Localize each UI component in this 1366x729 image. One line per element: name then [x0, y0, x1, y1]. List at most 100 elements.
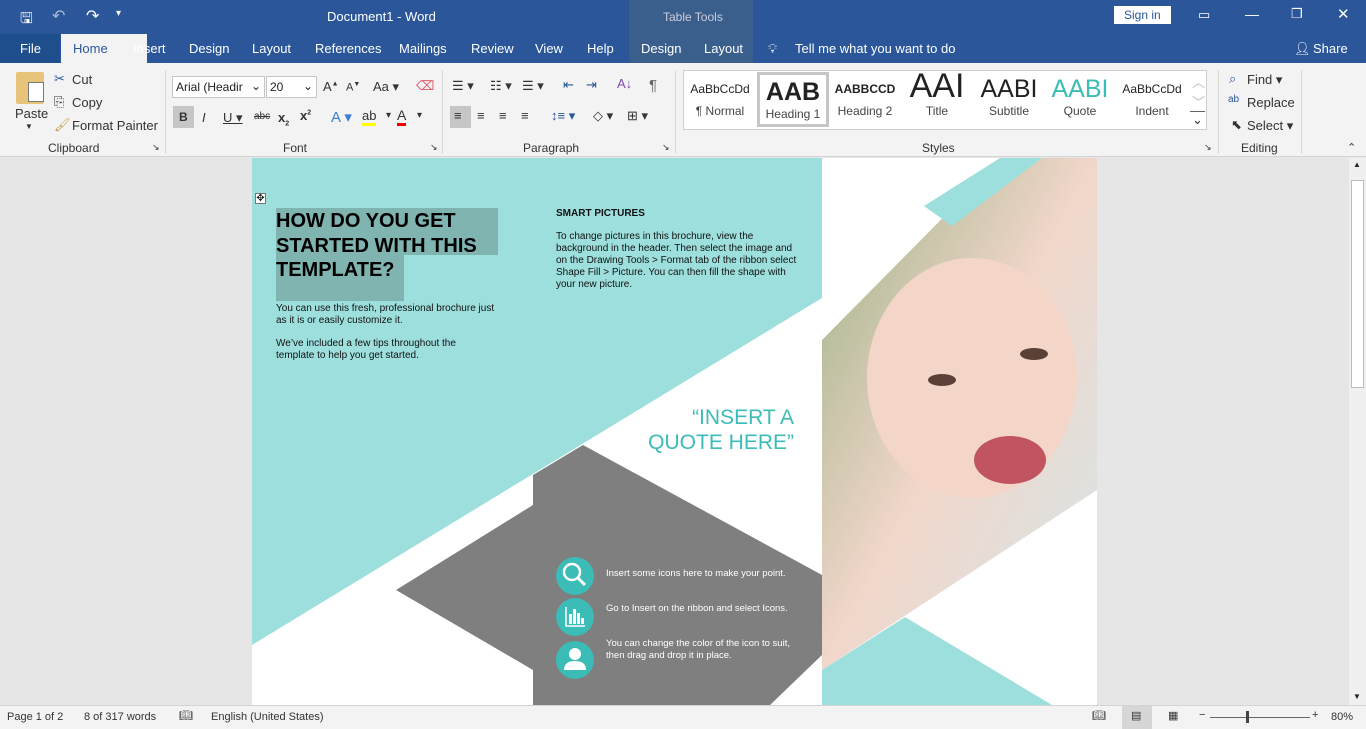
replace-button[interactable]: Replace	[1247, 95, 1295, 110]
decrease-indent-icon[interactable]: ⇤	[563, 77, 574, 93]
zoom-slider-thumb[interactable]	[1246, 711, 1249, 723]
tab-home[interactable]: Home	[73, 41, 108, 56]
tab-references[interactable]: References	[315, 41, 381, 56]
styles-launcher-icon[interactable]: ↘	[1204, 142, 1212, 153]
zoom-level[interactable]: 80%	[1331, 711, 1353, 723]
tab-layout[interactable]: Layout	[252, 41, 291, 56]
tips-paragraph[interactable]: We’ve included a few tips throughout the…	[276, 338, 486, 362]
paste-button[interactable]: Paste	[15, 106, 48, 121]
smart-pictures-body[interactable]: To change pictures in this brochure, vie…	[556, 231, 801, 291]
strikethrough-button[interactable]: abc	[254, 111, 270, 122]
undo-icon[interactable]: ↶	[52, 6, 65, 26]
zoom-in-button[interactable]: +	[1312, 709, 1318, 721]
share-button[interactable]: Share	[1313, 41, 1348, 56]
intro-paragraph[interactable]: You can use this fresh, professional bro…	[276, 303, 501, 327]
change-case-button[interactable]: Aa ▾	[373, 79, 399, 95]
minimize-button[interactable]: —	[1245, 6, 1259, 22]
save-icon[interactable]: 🖫	[20, 8, 33, 33]
text-effects-icon[interactable]: A ▾	[331, 108, 352, 126]
paragraph-launcher-icon[interactable]: ↘	[662, 142, 670, 153]
style-heading-1[interactable]: AAB Heading 1	[757, 72, 829, 127]
style-subtitle[interactable]: AABI Subtitle	[973, 72, 1045, 128]
styles-scroll-up-icon[interactable]: ︿	[1192, 72, 1205, 91]
style-normal[interactable]: AaBbCcDd ¶ Normal	[684, 72, 756, 128]
styles-scroll-down-icon[interactable]: ﹀	[1192, 92, 1205, 111]
sign-in-button[interactable]: Sign in	[1114, 6, 1171, 24]
style-heading-2[interactable]: AABBCCD Heading 2	[829, 72, 901, 128]
tip-text[interactable]: Insert some icons here to make your poin…	[606, 568, 806, 580]
web-layout-icon[interactable]: ▦	[1168, 709, 1178, 722]
sort-icon[interactable]: A↓	[617, 76, 632, 91]
copy-button[interactable]: Copy	[72, 95, 102, 110]
increase-indent-icon[interactable]: ⇥	[586, 77, 597, 93]
redo-icon[interactable]: ↷	[86, 6, 99, 26]
proofing-icon[interactable]: 📖︎	[179, 709, 193, 722]
line-spacing-icon[interactable]: ↕≡ ▾	[551, 108, 575, 124]
read-mode-icon[interactable]: 📖︎	[1092, 709, 1106, 722]
zoom-slider[interactable]	[1210, 717, 1310, 718]
tab-insert[interactable]: Insert	[133, 41, 166, 56]
tab-table-layout[interactable]: Layout	[704, 41, 743, 56]
scroll-up-icon[interactable]: ▲	[1353, 160, 1361, 169]
align-left-icon[interactable]: ≡	[454, 108, 462, 123]
smart-pictures-title[interactable]: SMART PICTURES	[556, 208, 645, 220]
style-title[interactable]: AAI Title	[901, 72, 973, 128]
highlight-dropdown-icon[interactable]: ▾	[386, 110, 391, 121]
italic-button[interactable]: I	[202, 110, 206, 125]
restore-button[interactable]: ❐	[1291, 6, 1303, 22]
scroll-down-icon[interactable]: ▼	[1353, 692, 1361, 701]
ribbon-display-icon[interactable]: ▭	[1198, 7, 1210, 23]
clipboard-launcher-icon[interactable]: ↘	[152, 142, 160, 153]
shrink-font-icon[interactable]: A▼	[346, 81, 360, 94]
page-count[interactable]: Page 1 of 2	[7, 711, 63, 723]
shading-icon[interactable]: ◇ ▾	[593, 108, 613, 124]
vertical-scrollbar[interactable]: ▲ ▼	[1349, 158, 1366, 705]
highlight-icon[interactable]: ab	[362, 108, 377, 126]
font-name-select[interactable]: Arial (Headir ⌄	[172, 76, 265, 98]
bold-button[interactable]: B	[179, 110, 188, 124]
print-layout-icon[interactable]: ▤	[1131, 709, 1141, 722]
format-painter-button[interactable]: Format Painter	[72, 118, 158, 133]
word-count[interactable]: 8 of 317 words	[84, 711, 156, 723]
superscript-button[interactable]: x2	[300, 108, 311, 123]
language[interactable]: English (United States)	[211, 711, 324, 723]
font-size-select[interactable]: 20 ⌄	[266, 76, 317, 98]
tip-text[interactable]: Go to Insert on the ribbon and select Ic…	[606, 603, 806, 615]
subscript-button[interactable]: x2	[278, 110, 289, 128]
tab-file[interactable]: File	[20, 41, 41, 56]
brochure-heading[interactable]: HOW DO YOU GET STARTED WITH THIS TEMPLAT…	[276, 209, 506, 283]
font-color-icon[interactable]: A	[397, 107, 407, 126]
zoom-out-button[interactable]: −	[1199, 709, 1205, 721]
scroll-thumb[interactable]	[1351, 180, 1364, 388]
tell-me-input[interactable]: Tell me what you want to do	[795, 41, 955, 56]
tab-design[interactable]: Design	[189, 41, 229, 56]
paste-dropdown-icon[interactable]: ▼	[25, 122, 33, 131]
tip-text[interactable]: You can change the color of the icon to …	[606, 638, 806, 661]
tab-help[interactable]: Help	[587, 41, 614, 56]
tab-table-design[interactable]: Design	[641, 41, 681, 56]
show-formatting-icon[interactable]: ¶	[649, 77, 657, 94]
numbering-icon[interactable]: ☷ ▾	[490, 78, 512, 94]
style-indent[interactable]: AaBbCcDd Indent	[1116, 72, 1188, 128]
tab-review[interactable]: Review	[471, 41, 514, 56]
underline-button[interactable]: U ▾	[223, 110, 243, 126]
tab-mailings[interactable]: Mailings	[399, 41, 447, 56]
share-icon[interactable]: 👤︎	[1294, 41, 1311, 57]
document-page[interactable]: ✥ HOW DO YOU GET STARTED WITH THIS TEMPL…	[252, 158, 1097, 705]
font-launcher-icon[interactable]: ↘	[430, 142, 438, 153]
bullets-icon[interactable]: ☰ ▾	[452, 78, 474, 94]
multilevel-list-icon[interactable]: ☰ ▾	[522, 78, 544, 94]
paste-icon[interactable]	[16, 72, 44, 104]
justify-icon[interactable]: ≡	[521, 108, 529, 123]
close-button[interactable]: ✕	[1337, 5, 1350, 23]
cut-button[interactable]: Cut	[72, 72, 92, 87]
quote-text[interactable]: “INSERT A QUOTE HERE”	[622, 405, 794, 455]
customize-qat-icon[interactable]: ▾	[116, 8, 121, 19]
tab-view[interactable]: View	[535, 41, 563, 56]
borders-icon[interactable]: ⊞ ▾	[627, 108, 648, 124]
select-button[interactable]: Select ▾	[1247, 118, 1293, 134]
align-right-icon[interactable]: ≡	[499, 108, 507, 123]
align-center-icon[interactable]: ≡	[477, 108, 485, 123]
styles-more-icon[interactable]: ⌄	[1190, 111, 1205, 128]
style-quote[interactable]: AABI Quote	[1044, 72, 1116, 128]
